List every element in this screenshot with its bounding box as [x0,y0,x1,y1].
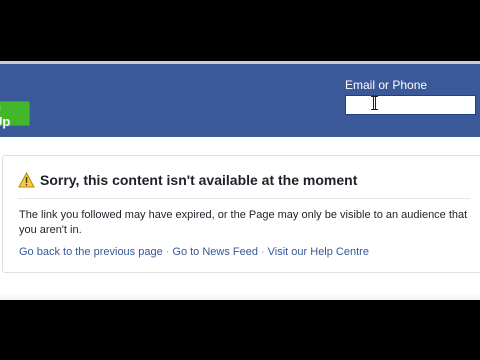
email-field[interactable] [345,95,476,115]
browser-viewport: n Up Email or Phone Sorry, this content … [0,61,480,300]
warning-icon [18,172,35,188]
divider [18,198,470,199]
link-separator: · [260,246,265,258]
page-footer-edge [0,293,480,300]
sign-up-label: n Up [0,99,11,129]
error-links: Go back to the previous page · Go to News … [19,246,369,258]
link-separator: · [165,246,170,258]
error-title-row: Sorry, this content isn't available at t… [18,169,357,191]
error-title: Sorry, this content isn't available at t… [40,172,358,188]
top-bar: n Up Email or Phone [0,61,480,137]
error-message: The link you followed may have expired, … [19,209,468,236]
go-back-link[interactable]: Go back to the previous page [19,246,163,258]
help-centre-link[interactable]: Visit our Help Centre [268,246,369,258]
sign-up-button[interactable]: n Up [0,99,30,129]
email-label: Email or Phone [345,78,428,92]
error-card: Sorry, this content isn't available at t… [2,155,480,273]
text-cursor-icon [371,96,378,110]
news-feed-link[interactable]: Go to News Feed [172,246,258,258]
